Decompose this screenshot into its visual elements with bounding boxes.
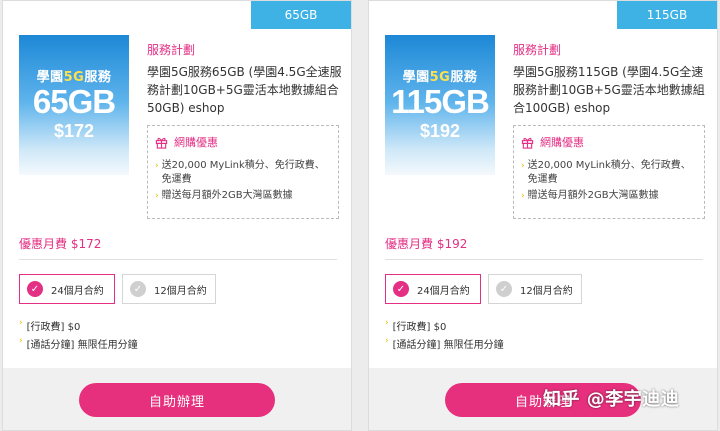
monthly-fee: 優惠月費 $172 — [19, 237, 102, 251]
chevron-right-icon: › — [19, 336, 23, 346]
chevron-right-icon: › — [155, 191, 159, 201]
promo-title: 網購優惠 — [540, 136, 584, 149]
plan-size-tag: 115GB — [617, 1, 717, 29]
promo-item: › 送20,000 MyLink積分、免行政費、免運費 — [155, 160, 325, 185]
divider — [385, 259, 703, 260]
contract-option-24-months[interactable]: ✓ 24個月合約 — [19, 274, 115, 304]
plan-description: 學園5G服務115GB (學園4.5G全速服務計劃10GB+5G靈活本地數據組合… — [513, 65, 705, 115]
chevron-right-icon: › — [521, 161, 525, 171]
chevron-right-icon: › — [521, 191, 525, 201]
promo-title: 網購優惠 — [174, 136, 218, 149]
plan-banner-image: 學園5G服務 65GB $172 — [19, 35, 129, 175]
chevron-right-icon: › — [155, 161, 159, 171]
promo-header: 網購優惠 — [155, 134, 331, 150]
banner-size: 115GB — [391, 83, 490, 120]
promo-item: › 送20,000 MyLink積分、免行政費、免運費 — [521, 160, 691, 185]
plan-banner-image: 學園5G服務 115GB $192 — [385, 35, 495, 175]
chevron-right-icon: › — [19, 318, 23, 328]
contract-option-12-months[interactable]: ✓ 12個月合約 — [488, 274, 582, 304]
gift-icon — [155, 137, 168, 149]
online-promo-box: 網購優惠 › 送20,000 MyLink積分、免行政費、免運費 › 贈送每月額外2… — [147, 125, 339, 219]
plan-title: 服務計劃 — [147, 43, 196, 57]
divider — [19, 259, 337, 260]
call-minutes: › [通話分鐘] 無限任用分鐘 — [385, 336, 504, 351]
contract-option-12-months[interactable]: ✓ 12個月合約 — [122, 274, 216, 304]
promo-header: 網購優惠 — [521, 134, 697, 150]
promo-item: › 贈送每月額外2GB大灣區數據 — [521, 190, 659, 201]
call-minutes: › [通話分鐘] 無限任用分鐘 — [19, 336, 138, 351]
plan-card-65gb: 65GB 學園5G服務 65GB $172 服務計劃 學園5G服務65GB (學… — [2, 0, 352, 431]
check-icon: ✓ — [130, 281, 146, 297]
watermark: 知乎 @李宇迪迪 — [543, 389, 680, 410]
chevron-right-icon: › — [385, 318, 389, 328]
promo-item: › 贈送每月額外2GB大灣區數據 — [155, 190, 293, 201]
plan-description: 學園5G服務65GB (學園4.5G全速服務計劃10GB+5G靈活本地數據組合5… — [147, 65, 342, 115]
banner-price: $192 — [419, 121, 461, 141]
admin-fee: › [行政費] $0 — [19, 318, 81, 333]
check-icon: ✓ — [393, 281, 409, 297]
contract-option-24-months[interactable]: ✓ 24個月合約 — [385, 274, 481, 304]
banner-size: 65GB — [32, 83, 116, 120]
chevron-right-icon: › — [385, 336, 389, 346]
self-service-apply-button[interactable]: 自助辦理 — [79, 383, 275, 417]
online-promo-box: 網購優惠 › 送20,000 MyLink積分、免行政費、免運費 › 贈送每月額外2… — [513, 125, 705, 219]
monthly-fee: 優惠月費 $192 — [385, 237, 468, 251]
check-icon: ✓ — [496, 281, 512, 297]
admin-fee: › [行政費] $0 — [385, 318, 447, 333]
plan-size-tag: 65GB — [251, 1, 351, 29]
gift-icon — [521, 137, 534, 149]
plan-title: 服務計劃 — [513, 43, 562, 57]
plan-card-115gb: 115GB 學園5G服務 115GB $192 服務計劃 學園5G服務115GB… — [368, 0, 718, 431]
banner-price: $172 — [53, 121, 95, 141]
check-icon: ✓ — [27, 281, 43, 297]
